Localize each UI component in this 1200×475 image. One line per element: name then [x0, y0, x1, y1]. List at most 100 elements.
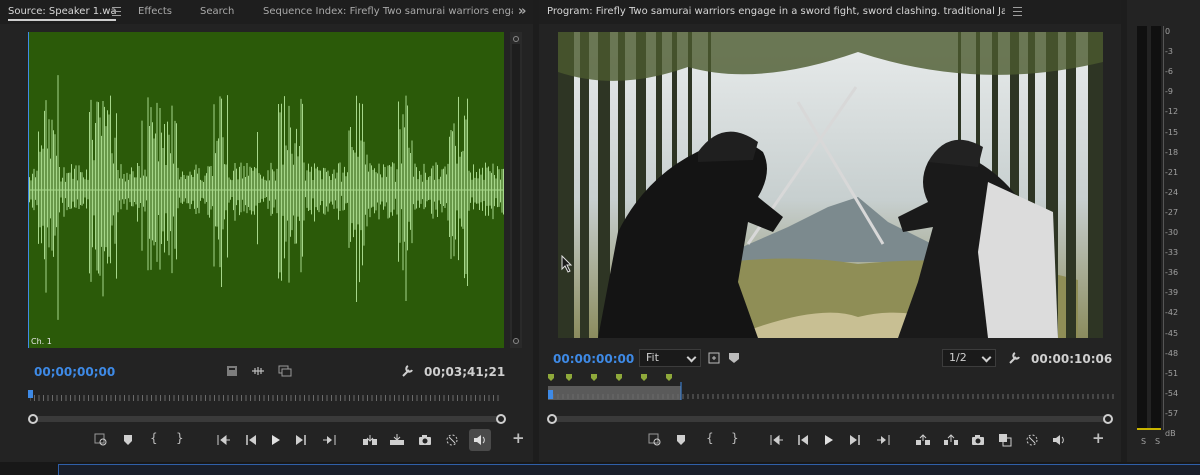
program-speaker-icon[interactable] — [1050, 431, 1068, 449]
program-go-to-in-icon[interactable] — [768, 431, 786, 449]
source-time-ruler[interactable] — [29, 392, 500, 402]
source-settings-wrench-icon[interactable] — [398, 362, 416, 380]
source-tab-bar: Source: Speaker 1.wav Effects Search Seq… — [0, 0, 533, 24]
timeline-marker-icon — [641, 374, 647, 381]
lift-icon[interactable] — [914, 431, 932, 449]
program-video-frame[interactable] — [558, 32, 1103, 338]
marker-icon[interactable] — [119, 431, 137, 449]
meter-scale-label: -39 — [1165, 288, 1179, 298]
go-to-out-icon[interactable] — [320, 431, 338, 449]
overflow-chevron-icon: » — [518, 4, 527, 19]
program-playhead-timecode[interactable]: 00:00:00:00 — [553, 352, 634, 366]
program-marker-shield-icon[interactable] — [725, 349, 743, 367]
timeline-panel-edge — [0, 462, 1200, 475]
meter-scale-label: -45 — [1165, 328, 1179, 338]
meter-scale-label: -3 — [1165, 47, 1173, 57]
source-ruler-playhead-icon[interactable] — [28, 390, 33, 398]
program-mark-out-icon[interactable]: } — [731, 431, 739, 445]
tab-search-label: Search — [200, 6, 235, 17]
program-play-icon[interactable] — [820, 431, 838, 449]
meter-scale-label: 0 — [1165, 27, 1171, 36]
meter-scale-label: -15 — [1165, 127, 1179, 137]
program-marker-icon[interactable] — [672, 431, 690, 449]
playback-resolution-dropdown[interactable]: 1/2 — [942, 349, 996, 367]
tab-effects-label: Effects — [138, 6, 172, 17]
meter-scale-label: -21 — [1165, 167, 1179, 177]
solo-left-button[interactable]: S — [1141, 437, 1146, 446]
drag-audio-only-icon[interactable] — [249, 362, 267, 380]
program-tab-bar: Program: Firefly Two samurai warriors en… — [539, 0, 1121, 24]
program-panel-menu-icon[interactable] — [1013, 7, 1022, 16]
program-zoom-right-handle[interactable] — [1103, 414, 1113, 424]
meter-scale-label: -42 — [1165, 308, 1179, 318]
meter-tick-line — [1163, 26, 1164, 430]
program-add-marker-icon[interactable] — [646, 431, 664, 449]
samurai-scene-image — [558, 32, 1103, 338]
tab-sequence-index[interactable]: Sequence Index: Firefly Two samurai warr… — [263, 0, 513, 24]
source-playhead-timecode[interactable]: 00;00;00;00 — [34, 365, 115, 379]
tab-source[interactable]: Source: Speaker 1.wav — [8, 0, 116, 24]
timeline-marker-icon — [566, 374, 572, 381]
source-panel-menu-icon[interactable] — [112, 7, 121, 16]
step-forward-icon[interactable] — [292, 431, 310, 449]
program-step-back-icon[interactable] — [794, 431, 812, 449]
insert-icon[interactable] — [361, 431, 379, 449]
source-zoom-scrollbar[interactable] — [32, 416, 502, 422]
waveform-playhead — [28, 32, 29, 348]
program-time-ruler[interactable] — [547, 372, 1114, 402]
meter-track-left — [1137, 26, 1147, 430]
program-zoom-scrollbar[interactable] — [551, 416, 1109, 422]
program-proxy-toggle-icon[interactable] — [1023, 431, 1041, 449]
program-zoom-left-handle[interactable] — [547, 414, 557, 424]
channel-label: Ch. 1 — [31, 337, 52, 346]
fit-zoom-dropdown[interactable]: Fit — [639, 349, 701, 367]
meter-scale-label: dB — [1165, 429, 1176, 438]
add-marker-icon[interactable] — [92, 431, 110, 449]
tab-overflow-button[interactable]: » — [518, 0, 526, 24]
tab-program[interactable]: Program: Firefly Two samurai warriors en… — [547, 0, 1005, 24]
meter-track-right — [1151, 26, 1161, 430]
proxy-toggle-icon[interactable] — [443, 431, 461, 449]
playback-settings-icon[interactable] — [276, 362, 294, 380]
program-settings-wrench-icon[interactable] — [1005, 349, 1023, 367]
meter-scale-label: -54 — [1165, 388, 1179, 398]
playback-resolution-value: 1/2 — [949, 351, 967, 364]
source-zoom-left-handle[interactable] — [28, 414, 38, 424]
waveform-vertical-scrollbar[interactable] — [510, 32, 522, 348]
program-title: Program: Firefly Two samurai warriors en… — [547, 6, 1005, 17]
tab-source-label: Source: Speaker 1.wav — [8, 6, 116, 17]
safe-margins-icon[interactable] — [705, 349, 723, 367]
meter-scale-label: -51 — [1165, 368, 1179, 378]
source-zoom-right-handle[interactable] — [496, 414, 506, 424]
go-to-in-icon[interactable] — [215, 431, 233, 449]
meter-scale-label: -48 — [1165, 348, 1179, 358]
meter-scale-label: -12 — [1165, 107, 1179, 117]
play-icon[interactable] — [267, 431, 285, 449]
program-step-forward-icon[interactable] — [846, 431, 864, 449]
audio-meter-panel: S S — [1127, 0, 1200, 462]
tab-sequence-index-label: Sequence Index: Firefly Two samurai warr… — [263, 6, 513, 17]
mark-out-icon[interactable]: } — [176, 431, 184, 445]
meter-scale-label: -36 — [1165, 268, 1179, 278]
audio-scrub-speaker-icon[interactable] — [469, 429, 491, 451]
comparison-view-icon[interactable] — [996, 431, 1014, 449]
solo-right-button[interactable]: S — [1155, 437, 1160, 446]
export-frame-camera-icon[interactable] — [416, 431, 434, 449]
program-go-to-out-icon[interactable] — [874, 431, 892, 449]
source-monitor-panel: Source: Speaker 1.wav Effects Search Seq… — [0, 0, 533, 462]
meter-scale-label: -6 — [1165, 67, 1173, 77]
program-button-editor-plus-icon[interactable]: + — [1092, 429, 1105, 447]
tab-effects[interactable]: Effects — [138, 0, 172, 24]
mark-in-icon[interactable]: { — [150, 431, 158, 445]
timeline-marker-icon — [591, 374, 597, 381]
tab-search[interactable]: Search — [200, 0, 234, 24]
drag-video-only-icon[interactable] — [223, 362, 241, 380]
source-button-editor-plus-icon[interactable]: + — [512, 429, 525, 447]
overwrite-icon[interactable] — [388, 431, 406, 449]
waveform-view[interactable]: Ch. 1 — [28, 32, 504, 348]
program-mark-in-icon[interactable]: { — [706, 431, 714, 445]
program-export-frame-camera-icon[interactable] — [969, 431, 987, 449]
extract-icon[interactable] — [942, 431, 960, 449]
step-back-icon[interactable] — [242, 431, 260, 449]
meter-scale-label: -24 — [1165, 187, 1179, 197]
